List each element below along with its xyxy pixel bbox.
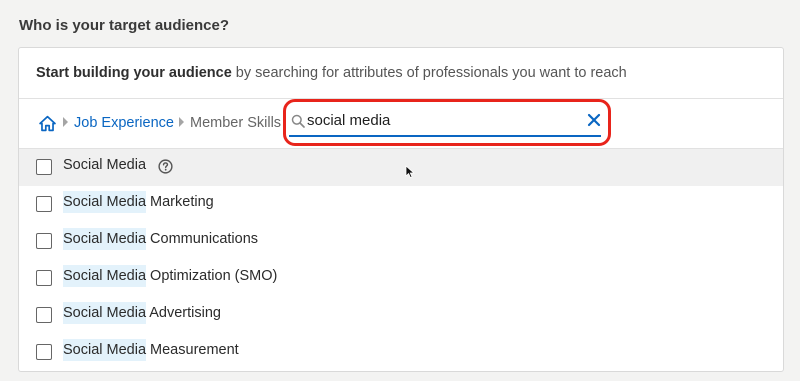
intro-text: Start building your audience by searchin… xyxy=(19,48,783,99)
search-box xyxy=(283,99,611,146)
mouse-cursor-icon xyxy=(405,165,415,179)
list-item-label: Social Media Measurement xyxy=(63,339,239,361)
breadcrumb-job-experience[interactable]: Job Experience xyxy=(74,115,174,131)
intro-bold: Start building your audience xyxy=(36,65,232,81)
match-highlight: Social Media xyxy=(63,302,147,324)
breadcrumb-separator xyxy=(63,117,68,127)
match-highlight: Social Media xyxy=(63,191,147,213)
match-highlight: Social Media xyxy=(63,228,147,250)
list-item-label: Social Media Optimization (SMO) xyxy=(63,265,278,287)
breadcrumb-separator xyxy=(179,117,184,127)
match-highlight: Social Media xyxy=(63,265,147,287)
list-item[interactable]: Social Media Advertising xyxy=(19,297,783,334)
list-item[interactable]: Social Media Marketing xyxy=(19,186,783,223)
label-rest: Optimization (SMO) xyxy=(146,268,278,284)
checkbox[interactable] xyxy=(36,159,52,175)
label-rest: Advertising xyxy=(146,305,221,321)
match-highlight: Social Media xyxy=(63,339,147,361)
list-item-label: Social Media Marketing xyxy=(63,191,214,213)
list-item-label: Social Media Communications xyxy=(63,228,259,250)
label-rest: Communications xyxy=(146,231,259,247)
list-item-label: Social Media Advertising xyxy=(63,302,221,324)
close-icon[interactable] xyxy=(586,112,602,128)
checkbox[interactable] xyxy=(36,344,52,360)
checkbox[interactable] xyxy=(36,196,52,212)
match-text: Social Media xyxy=(63,157,147,173)
checkbox[interactable] xyxy=(36,233,52,249)
results-list: Social Media Social Media Marketing Soci… xyxy=(19,149,783,371)
search-input[interactable] xyxy=(307,109,567,131)
search-icon xyxy=(291,114,305,128)
help-icon[interactable] xyxy=(158,159,173,174)
list-item[interactable]: Social Media Optimization (SMO) xyxy=(19,260,783,297)
search-underline xyxy=(289,135,601,137)
label-rest: Marketing xyxy=(146,194,214,210)
intro-rest: by searching for attributes of professio… xyxy=(231,65,627,81)
breadcrumb: Job Experience Member Skills xyxy=(19,99,783,149)
list-item-label: Social Media xyxy=(63,157,146,173)
list-item[interactable]: Social Media xyxy=(19,149,783,186)
checkbox[interactable] xyxy=(36,307,52,323)
list-item[interactable]: Social Media Measurement xyxy=(19,334,783,371)
checkbox[interactable] xyxy=(36,270,52,286)
home-icon[interactable] xyxy=(39,115,56,132)
breadcrumb-member-skills: Member Skills xyxy=(190,115,282,131)
label-rest: Measurement xyxy=(146,342,239,358)
list-item[interactable]: Social Media Communications xyxy=(19,223,783,260)
page-heading: Who is your target audience? xyxy=(19,17,230,34)
audience-panel: Start building your audience by searchin… xyxy=(18,47,784,372)
